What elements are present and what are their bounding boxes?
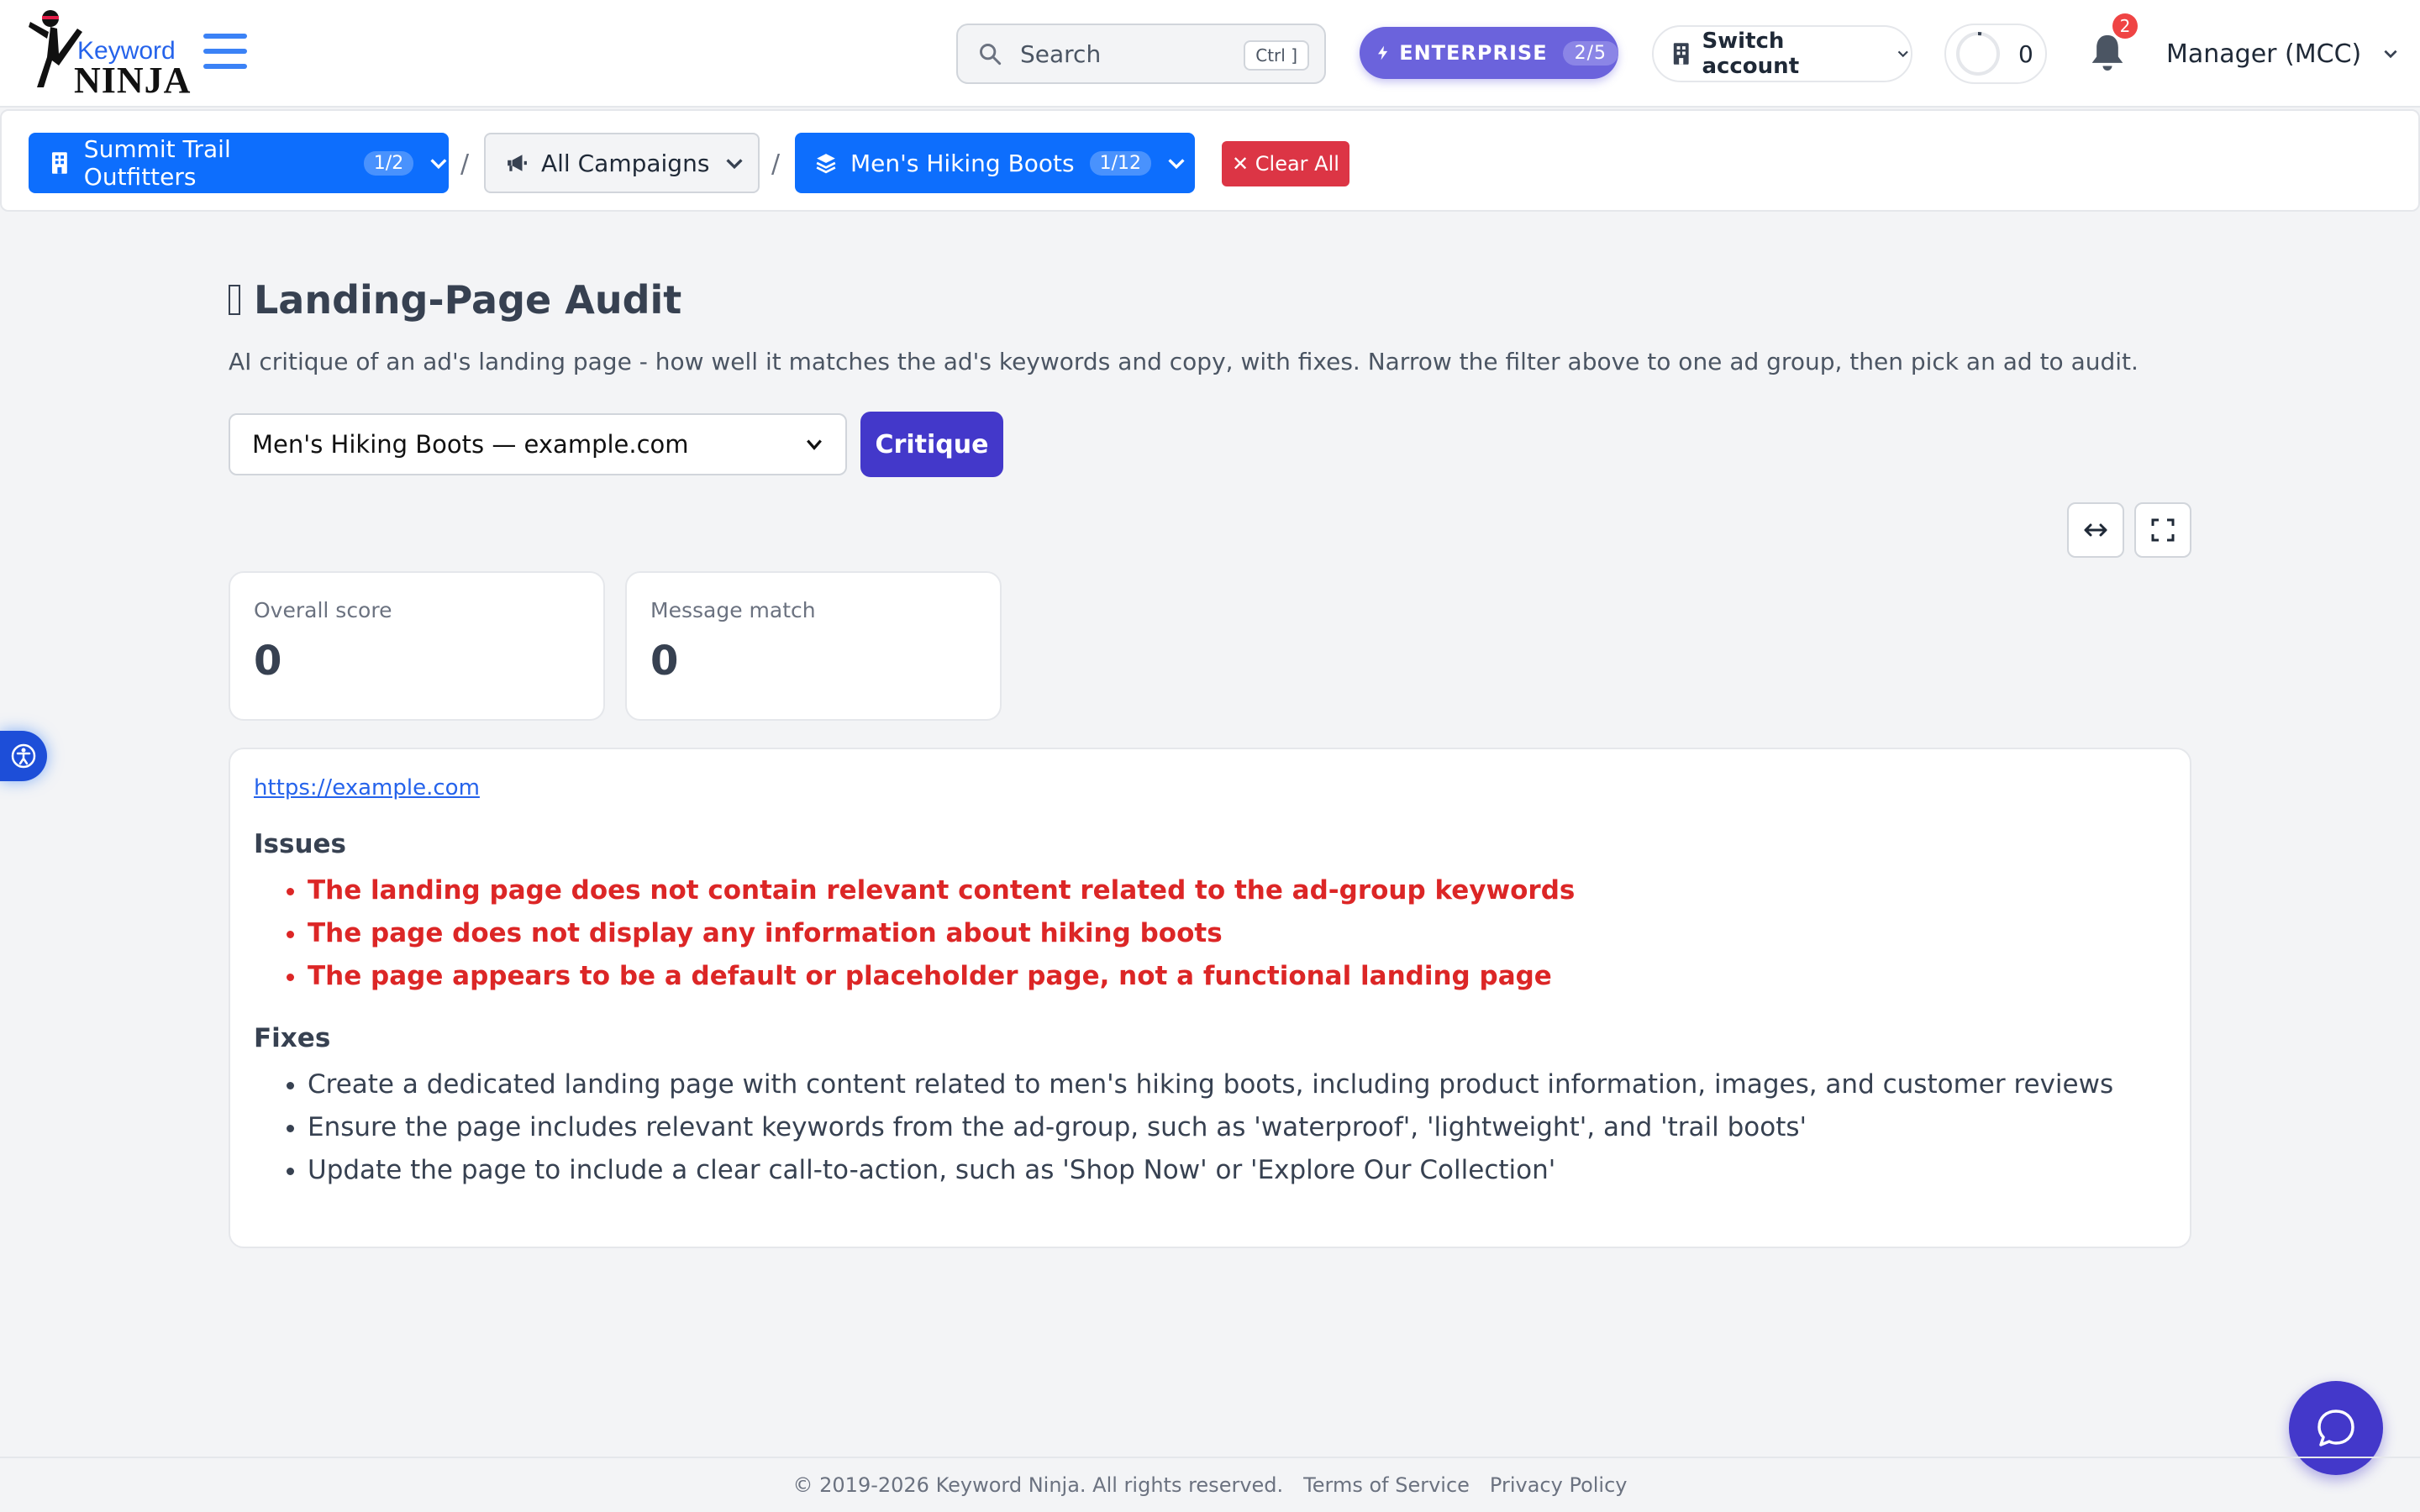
copyright-text: © 2019-2026 Keyword Ninja. All rights re… bbox=[792, 1473, 1284, 1497]
search-shortcut-hint: Ctrl ] bbox=[1244, 40, 1309, 71]
ad-group-filter-dropdown[interactable]: Men's Hiking Boots 1/12 bbox=[795, 133, 1195, 193]
fixes-list: Create a dedicated landing page with con… bbox=[254, 1063, 2166, 1192]
chevron-down-icon bbox=[1898, 50, 1909, 58]
stat-value: 0 bbox=[254, 638, 282, 685]
building-icon bbox=[1673, 43, 1689, 65]
landing-page-url-link[interactable]: https://example.com bbox=[254, 775, 480, 801]
fullscreen-icon bbox=[2151, 518, 2175, 542]
account-filter-dropdown[interactable]: Summit Trail Outfitters 1/2 bbox=[29, 133, 449, 193]
layers-icon bbox=[816, 154, 836, 174]
campaign-filter-label: All Campaigns bbox=[541, 149, 710, 177]
megaphone-icon bbox=[508, 155, 527, 171]
terms-of-service-link[interactable]: Terms of Service bbox=[1303, 1473, 1470, 1497]
search-icon bbox=[980, 44, 1002, 66]
accessibility-icon bbox=[11, 743, 36, 769]
list-item: Update the page to include a clear call-… bbox=[308, 1149, 2166, 1192]
notification-count-badge: 2 bbox=[2112, 13, 2138, 39]
hamburger-menu-icon[interactable] bbox=[203, 34, 247, 74]
chevron-down-icon bbox=[2384, 50, 2397, 59]
chevron-down-icon bbox=[1168, 159, 1185, 170]
chevron-down-icon bbox=[726, 159, 744, 170]
audit-result-card: https://example.com Issues The landing p… bbox=[229, 748, 2191, 1248]
search-box[interactable]: Ctrl ] bbox=[956, 24, 1326, 84]
critique-button[interactable]: Critique bbox=[860, 412, 1003, 477]
fixes-heading: Fixes bbox=[254, 1023, 331, 1053]
issues-list: The landing page does not contain releva… bbox=[254, 869, 2166, 998]
lightning-bolt-icon bbox=[1378, 45, 1388, 60]
ad-group-filter-count: 1/12 bbox=[1089, 150, 1152, 176]
search-input[interactable] bbox=[1020, 39, 1239, 68]
account-filter-count: 1/2 bbox=[363, 150, 414, 176]
page-title: Landing-Page Audit bbox=[229, 277, 681, 323]
chat-bubble-icon bbox=[2317, 1410, 2354, 1446]
campaign-filter-dropdown[interactable]: All Campaigns bbox=[484, 133, 760, 193]
breadcrumb-separator: / bbox=[771, 150, 781, 179]
top-navbar: Keyword NINJA Ctrl ] ENTERPRISE 2/5 Swit… bbox=[0, 0, 2420, 108]
filter-breadcrumb: Summit Trail Outfitters 1/2 / All Campai… bbox=[0, 109, 2420, 212]
switch-account-label: Switch account bbox=[1702, 29, 1800, 79]
privacy-policy-link[interactable]: Privacy Policy bbox=[1490, 1473, 1628, 1497]
user-label: Manager (MCC) bbox=[2166, 39, 2362, 69]
ad-group-filter-label: Men's Hiking Boots bbox=[850, 149, 1075, 177]
task-progress-indicator[interactable]: 0 bbox=[1944, 24, 2047, 84]
ad-select-dropdown[interactable]: Men's Hiking Boots — example.com bbox=[229, 413, 847, 475]
stat-label: Message match bbox=[650, 598, 816, 622]
progress-ring-icon bbox=[1956, 32, 2000, 76]
clear-all-filters-button[interactable]: ✕ Clear All bbox=[1222, 141, 1349, 186]
plan-label: ENTERPRISE bbox=[1399, 41, 1548, 65]
breadcrumb-separator: / bbox=[460, 150, 470, 179]
plan-usage-count: 2/5 bbox=[1562, 40, 1618, 66]
page-footer: © 2019-2026 Keyword Ninja. All rights re… bbox=[0, 1457, 2420, 1512]
page-title-text: Landing-Page Audit bbox=[254, 277, 682, 323]
list-item: The page does not display any informatio… bbox=[308, 912, 2166, 955]
ad-select-value: Men's Hiking Boots — example.com bbox=[252, 430, 689, 459]
chevron-down-icon bbox=[430, 159, 447, 170]
stat-label: Overall score bbox=[254, 598, 392, 622]
list-item: The landing page does not contain releva… bbox=[308, 869, 2166, 912]
issues-heading: Issues bbox=[254, 829, 346, 859]
logo-text-ninja: NINJA bbox=[74, 60, 192, 101]
user-menu-button[interactable]: Manager (MCC) bbox=[2166, 34, 2400, 74]
progress-value: 0 bbox=[2018, 39, 2033, 68]
page-description: AI critique of an ad's landing page - ho… bbox=[229, 348, 2139, 375]
account-filter-label: Summit Trail Outfitters bbox=[83, 135, 231, 191]
arrows-horizontal-icon bbox=[2084, 523, 2107, 537]
fullscreen-button[interactable] bbox=[2134, 502, 2191, 558]
plan-badge-button[interactable]: ENTERPRISE 2/5 bbox=[1360, 27, 1618, 79]
list-item: Ensure the page includes relevant keywor… bbox=[308, 1106, 2166, 1149]
list-item: Create a dedicated landing page with con… bbox=[308, 1063, 2166, 1106]
accessibility-widget-button[interactable] bbox=[0, 731, 47, 781]
keyword-ninja-logo[interactable]: Keyword NINJA bbox=[25, 7, 190, 101]
missing-glyph-icon bbox=[229, 285, 240, 315]
switch-account-button[interactable]: Switch account bbox=[1652, 25, 1912, 82]
building-icon bbox=[51, 152, 67, 174]
message-match-card: Message match 0 bbox=[625, 571, 1002, 721]
toggle-width-button[interactable] bbox=[2067, 502, 2124, 558]
overall-score-card: Overall score 0 bbox=[229, 571, 605, 721]
stat-value: 0 bbox=[650, 638, 679, 685]
chevron-down-icon bbox=[807, 439, 822, 450]
list-item: The page appears to be a default or plac… bbox=[308, 955, 2166, 998]
